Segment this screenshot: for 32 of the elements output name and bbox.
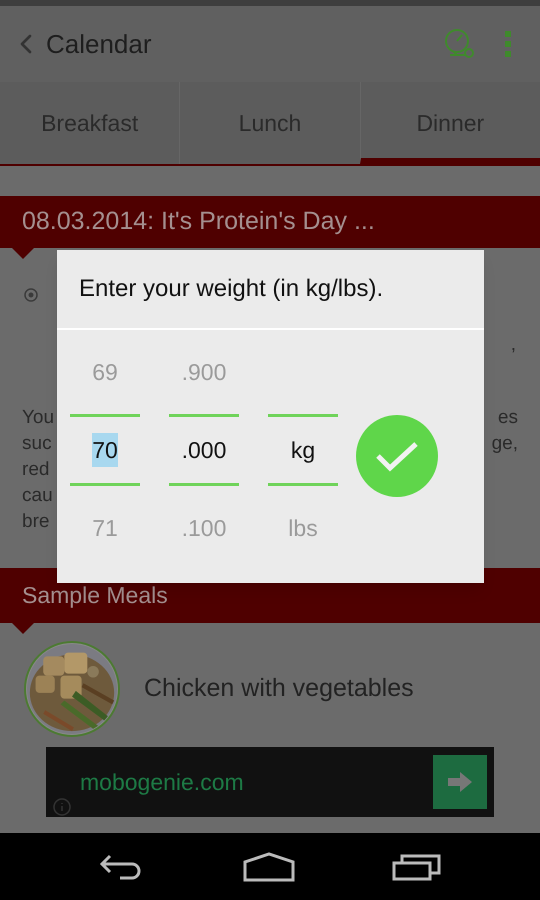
screen-title: Calendar [46,28,152,60]
radio-icon [24,288,38,302]
picker-option[interactable]: 71 [92,510,118,546]
text-fragment: You [22,406,54,430]
info-icon[interactable] [52,797,72,817]
section-title: Sample Meals [22,581,168,610]
input-field[interactable]: 70 [70,414,140,486]
input-field[interactable]: kg [268,414,338,486]
text-fragment: bre [22,510,50,534]
recent-apps-icon[interactable] [392,852,442,880]
text-fragment: ge, [492,432,518,456]
text-fragment: cau [22,484,53,508]
arrow-icon [446,770,474,794]
speedometer-icon[interactable] [442,27,476,61]
input-field[interactable]: .000 [169,414,239,486]
arrow-button[interactable] [433,755,487,809]
text-fragment: red [22,458,50,482]
ad-banner[interactable]: mobogenie.com [46,747,494,817]
text-fragment: , [510,333,516,355]
meal-name[interactable]: Chicken with vegetables [144,670,414,708]
text-fragment: es [498,406,518,430]
home-icon[interactable] [242,852,295,882]
ad-text[interactable]: mobogenie.com [80,764,244,800]
picker-option[interactable]: 69 [92,354,118,390]
text-fragment: suc [22,432,52,456]
section-title: 08.03.2014: It's Protein's Day ... [22,206,375,238]
dialog-title: Enter your weight (in kg/lbs). [79,274,384,304]
picker-option[interactable]: lbs [288,510,318,546]
picker-option[interactable]: .100 [182,510,226,546]
picker-option[interactable]: .900 [182,354,226,390]
more-icon[interactable] [504,30,512,58]
check-icon [375,440,419,472]
